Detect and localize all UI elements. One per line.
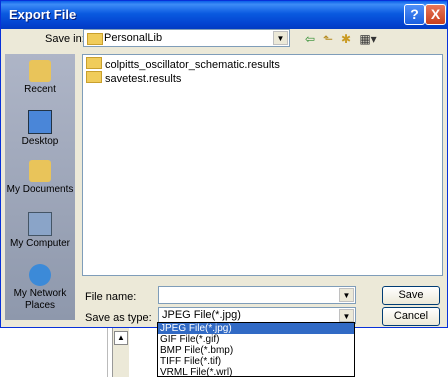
save-in-value: PersonalLib bbox=[104, 32, 163, 44]
save-in-label: Save in: bbox=[45, 33, 85, 45]
places-bar: Recent Desktop My Documents My Computer … bbox=[5, 54, 75, 320]
folder-icon bbox=[86, 57, 102, 69]
dropdown-option[interactable]: TIFF File(*.tif) bbox=[158, 356, 354, 367]
back-arrow-icon[interactable]: ⇦ bbox=[302, 32, 318, 46]
desktop-icon bbox=[28, 110, 52, 134]
scroll-up-icon[interactable]: ▲ bbox=[114, 331, 128, 345]
close-button[interactable]: X bbox=[425, 4, 446, 25]
help-button[interactable]: ? bbox=[404, 4, 425, 25]
file-name-input[interactable]: ▼ bbox=[158, 286, 356, 304]
folder-icon bbox=[87, 33, 103, 45]
save-as-type-dropdown-list[interactable]: JPEG File(*.jpg) GIF File(*.gif) BMP Fil… bbox=[157, 322, 355, 377]
place-my-computer[interactable]: My Computer bbox=[5, 212, 75, 250]
new-folder-icon[interactable]: ✱ bbox=[338, 32, 354, 46]
folder-icon bbox=[86, 71, 102, 83]
export-file-dialog: Export File ? X Save in: PersonalLib ▼ ⇦… bbox=[0, 0, 448, 328]
network-places-icon bbox=[29, 264, 51, 286]
chevron-down-icon[interactable]: ▼ bbox=[339, 309, 354, 322]
my-computer-icon bbox=[28, 212, 52, 236]
dropdown-option[interactable]: JPEG File(*.jpg) bbox=[158, 323, 354, 334]
place-recent[interactable]: Recent bbox=[5, 60, 75, 96]
my-documents-icon bbox=[29, 160, 51, 182]
save-as-type-value: JPEG File(*.jpg) bbox=[162, 309, 241, 321]
recent-folder-icon bbox=[29, 60, 51, 82]
file-name: colpitts_oscillator_schematic.results bbox=[105, 59, 280, 71]
file-list[interactable]: colpitts_oscillator_schematic.results sa… bbox=[82, 54, 443, 276]
chevron-down-icon[interactable]: ▼ bbox=[339, 288, 354, 302]
view-menu-icon[interactable]: ▦▾ bbox=[358, 32, 378, 46]
list-item[interactable]: savetest.results bbox=[86, 71, 181, 85]
place-label: Desktop bbox=[21, 136, 59, 147]
file-name-label: File name: bbox=[85, 291, 137, 303]
dropdown-option[interactable]: GIF File(*.gif) bbox=[158, 334, 354, 345]
place-my-documents[interactable]: My Documents bbox=[5, 160, 75, 196]
place-label: My Documents bbox=[6, 184, 74, 195]
background-scrollbar[interactable]: ▲ bbox=[112, 328, 129, 377]
place-network[interactable]: My Network Places bbox=[5, 264, 75, 312]
title-bar[interactable]: Export File ? X bbox=[1, 1, 447, 29]
dropdown-option[interactable]: BMP File(*.bmp) bbox=[158, 345, 354, 356]
save-as-type-label: Save as type: bbox=[85, 312, 152, 324]
file-name: savetest.results bbox=[105, 73, 182, 85]
place-desktop[interactable]: Desktop bbox=[5, 110, 75, 148]
save-button[interactable]: Save bbox=[382, 286, 440, 305]
list-item[interactable]: colpitts_oscillator_schematic.results bbox=[86, 57, 280, 71]
background-window-edge bbox=[107, 328, 108, 377]
place-label: My Computer bbox=[9, 238, 70, 249]
window-title: Export File bbox=[9, 7, 77, 22]
cancel-button[interactable]: Cancel bbox=[382, 307, 440, 326]
place-label: My Network Places bbox=[13, 288, 67, 311]
chevron-down-icon[interactable]: ▼ bbox=[273, 31, 288, 45]
up-folder-icon[interactable]: ⬑ bbox=[320, 32, 336, 46]
dropdown-option[interactable]: VRML File(*.wrl) bbox=[158, 367, 354, 376]
save-in-combo[interactable]: PersonalLib ▼ bbox=[83, 29, 290, 47]
place-label: Recent bbox=[24, 84, 56, 95]
